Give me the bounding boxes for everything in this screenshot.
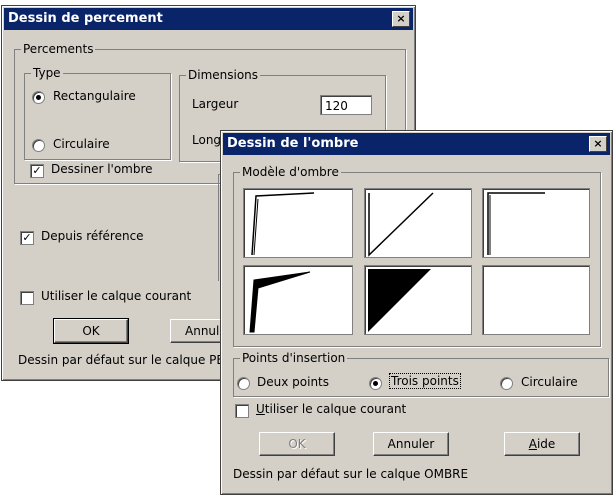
aide-rest: ide [536, 437, 556, 451]
shadow-model-5[interactable] [364, 265, 472, 335]
type-legend: Type [33, 66, 61, 80]
shadow-model-1[interactable] [243, 188, 353, 258]
dimensions-legend: Dimensions [188, 68, 259, 82]
ombre-annuler-button[interactable]: Annuler [373, 432, 449, 456]
ombre-status: Dessin par défaut sur le calque OMBRE [233, 467, 469, 481]
ombre-utiliser-calque-checkbox[interactable] [235, 404, 249, 418]
shadow-model-6[interactable] [482, 265, 590, 335]
shadow-model-5-icon [368, 269, 431, 332]
ombre-ok-button[interactable]: OK [259, 432, 335, 456]
shadow-model-3-icon [487, 192, 545, 255]
dessiner-ombre-checkbox[interactable]: ✓ [30, 164, 44, 178]
longueur-label: Long [192, 133, 222, 147]
largeur-label: Largeur [192, 97, 239, 111]
radio-deux-points[interactable] [237, 377, 250, 390]
percement-title: Dessin de percement [8, 11, 163, 26]
utiliser-rest: tiliser le calque courant [264, 402, 407, 416]
percements-legend: Percements [23, 42, 94, 56]
utiliser-mnemonic: U [256, 402, 265, 416]
radio-rectangulaire[interactable] [32, 91, 45, 104]
modele-ombre-legend: Modèle d'ombre [242, 165, 339, 179]
shadow-model-4-icon [249, 271, 311, 333]
close-icon: × [396, 12, 406, 25]
percement-titlebar[interactable]: Dessin de percement × [4, 8, 413, 30]
ombre-title: Dessin de l'ombre [227, 136, 359, 151]
radio-deux-points-label: Deux points [257, 375, 329, 389]
dessiner-ombre-label: Dessiner l'ombre [51, 162, 153, 176]
radio-circulaire-label: Circulaire [53, 137, 110, 151]
largeur-input[interactable]: 120 [320, 95, 372, 115]
depuis-reference-checkbox[interactable]: ✓ [20, 231, 34, 245]
ombre-aide-button[interactable]: Aide [504, 432, 580, 456]
ombre-dialog: Dessin de l'ombre × Modèle d'ombre Point… [220, 130, 613, 495]
aide-mnemonic: A [528, 437, 537, 451]
percement-ok-button[interactable]: OK [53, 318, 129, 344]
depuis-reference-label: Depuis référence [41, 229, 144, 243]
radio-rectangulaire-label: Rectangulaire [53, 89, 136, 103]
percement-status: Dessin par défaut sur le calque PE [18, 353, 224, 367]
radio-circulaire[interactable] [32, 139, 45, 152]
radio-trois-points-label: Trois points [389, 373, 461, 389]
ombre-close-button[interactable]: × [589, 136, 607, 152]
ombre-utiliser-calque-label: Utiliser le calque courant [256, 402, 406, 416]
radio-trois-points[interactable] [369, 377, 382, 390]
close-icon: × [593, 137, 603, 150]
shadow-model-4[interactable] [243, 265, 353, 335]
percement-close-button[interactable]: × [392, 11, 410, 27]
utiliser-calque-checkbox[interactable] [20, 291, 34, 305]
utiliser-calque-label: Utiliser le calque courant [41, 289, 192, 303]
ombre-titlebar[interactable]: Dessin de l'ombre × [223, 133, 610, 155]
points-insertion-legend: Points d'insertion [242, 351, 346, 365]
shadow-model-2-icon [368, 192, 434, 257]
shadow-model-2[interactable] [364, 188, 472, 258]
shadow-model-3[interactable] [482, 188, 590, 258]
radio-circulaire-ombre[interactable] [500, 377, 513, 390]
radio-circulaire-ombre-label: Circulaire [521, 375, 578, 389]
shadow-model-1-icon [251, 192, 315, 256]
